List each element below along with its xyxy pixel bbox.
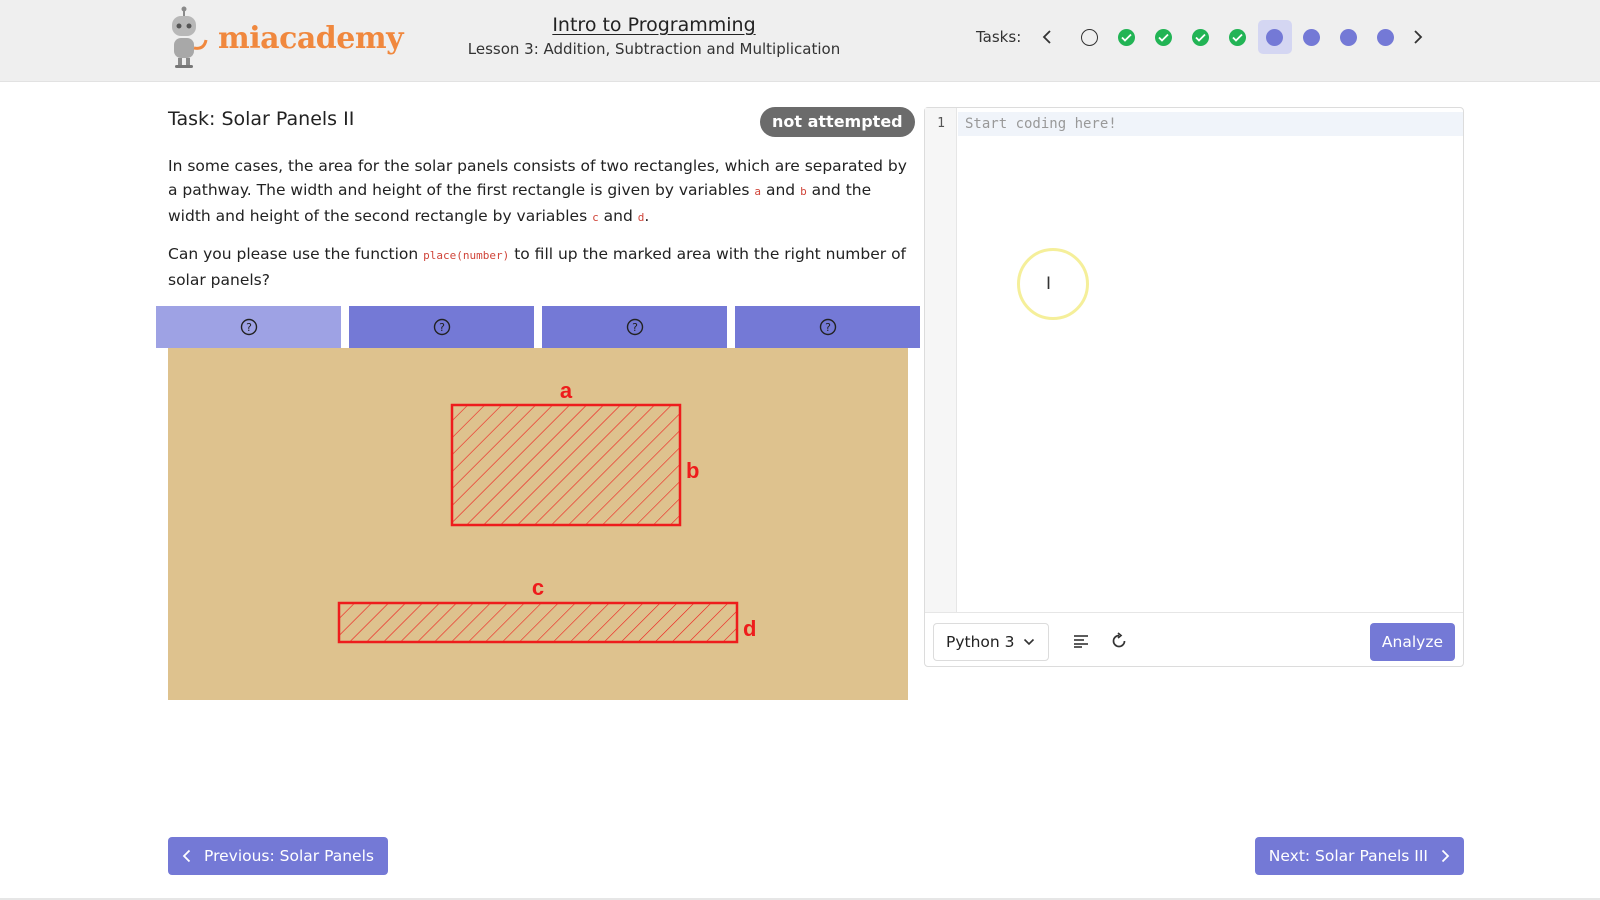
mouse-cursor-highlight (1017, 248, 1089, 320)
solar-area-canvas: a b c d (168, 348, 908, 700)
hint-tab-4[interactable]: ? (735, 306, 920, 348)
empty-circle-icon (1081, 28, 1099, 46)
label-a: a (560, 378, 573, 403)
course-heading: Intro to Programming Lesson 3: Addition,… (444, 14, 864, 58)
check-circle-icon (1118, 28, 1136, 46)
svg-text:?: ? (632, 321, 638, 334)
desc-text: and (761, 181, 801, 199)
desc-text: and (598, 207, 638, 225)
status-badge: not attempted (760, 107, 915, 137)
question-circle-icon: ? (240, 318, 257, 336)
hint-tab-2[interactable]: ? (349, 306, 534, 348)
hint-tab-1[interactable]: ? (156, 306, 341, 348)
text-cursor-icon: I (1046, 274, 1052, 294)
language-value: Python 3 (946, 633, 1015, 651)
task-navigator: Tasks: (976, 20, 1432, 54)
task-dot-5[interactable] (1221, 20, 1255, 54)
language-select[interactable]: Python 3 (933, 623, 1049, 661)
label-b: b (686, 458, 699, 483)
task-dot-7[interactable] (1295, 20, 1329, 54)
hint-tab-3[interactable]: ? (542, 306, 727, 348)
code-editor: 1 I Python 3 Analyze (924, 107, 1464, 667)
previous-task-button[interactable]: Previous: Solar Panels (168, 837, 388, 875)
instruction-text: Can you please use the function (168, 245, 424, 263)
chevron-right-icon (1414, 30, 1423, 44)
rectangles-diagram: a b c d (337, 378, 756, 644)
filled-circle-icon (1377, 28, 1395, 46)
var-b-code: b (800, 185, 807, 198)
editor-toolbar: Python 3 Analyze (925, 612, 1463, 666)
desc-text: . (644, 207, 650, 225)
brand-name: miacademy (218, 20, 404, 56)
svg-text:?: ? (825, 321, 831, 334)
course-title-link[interactable]: Intro to Programming (444, 14, 864, 36)
code-input[interactable] (965, 114, 1455, 134)
var-c-code: c (592, 211, 599, 224)
align-left-icon (1074, 635, 1088, 648)
robot-mascot-icon (172, 6, 208, 68)
line-gutter: 1 (925, 108, 957, 612)
task-dot-1[interactable] (1073, 20, 1107, 54)
task-title: Task: Solar Panels II (168, 108, 355, 130)
task-dot-6-current[interactable] (1257, 20, 1292, 54)
svg-text:?: ? (246, 321, 252, 334)
rectangle-ab (450, 403, 682, 527)
task-dot-4[interactable] (1184, 20, 1218, 54)
refresh-icon (1112, 632, 1126, 648)
chevron-left-icon (1042, 30, 1051, 44)
question-circle-icon: ? (433, 318, 450, 336)
filled-circle-icon (1340, 28, 1358, 46)
svg-text:?: ? (439, 321, 445, 334)
line-number: 1 (937, 116, 945, 131)
tasks-label: Tasks: (976, 28, 1022, 46)
format-code-button[interactable] (1067, 627, 1095, 655)
analyze-button[interactable]: Analyze (1369, 623, 1455, 661)
hint-tabs: ? ? ? ? (156, 306, 920, 348)
label-c: c (532, 575, 544, 600)
check-circle-icon (1192, 28, 1210, 46)
filled-circle-icon (1266, 28, 1284, 46)
task-dot-3[interactable] (1147, 20, 1181, 54)
miacademy-logo[interactable]: miacademy (164, 6, 404, 70)
next-task-arrow[interactable] (1404, 23, 1432, 51)
next-task-label: Next: Solar Panels III (1268, 847, 1428, 865)
question-circle-icon: ? (626, 318, 643, 336)
rectangle-cd (337, 601, 739, 644)
task-dot-9[interactable] (1369, 20, 1403, 54)
chevron-down-icon (1023, 638, 1034, 646)
task-dot-8[interactable] (1332, 20, 1366, 54)
chevron-right-icon (1441, 849, 1450, 863)
check-circle-icon (1229, 28, 1247, 46)
check-circle-icon (1155, 28, 1173, 46)
task-description: In some cases, the area for the solar pa… (168, 154, 908, 230)
filled-circle-icon (1303, 28, 1321, 46)
chevron-left-icon (182, 849, 191, 863)
top-header: miacademy Intro to Programming Lesson 3:… (0, 0, 1600, 82)
next-task-button[interactable]: Next: Solar Panels III (1254, 837, 1464, 875)
question-circle-icon: ? (819, 318, 836, 336)
lesson-title: Lesson 3: Addition, Subtraction and Mult… (467, 40, 841, 58)
function-code: place(number) (423, 249, 510, 262)
task-dot-2[interactable] (1110, 20, 1144, 54)
reset-code-button[interactable] (1105, 627, 1133, 655)
previous-task-arrow[interactable] (1033, 23, 1061, 51)
task-instruction: Can you please use the function place(nu… (168, 242, 908, 292)
previous-task-label: Previous: Solar Panels (204, 847, 374, 865)
label-d: d (743, 616, 756, 641)
